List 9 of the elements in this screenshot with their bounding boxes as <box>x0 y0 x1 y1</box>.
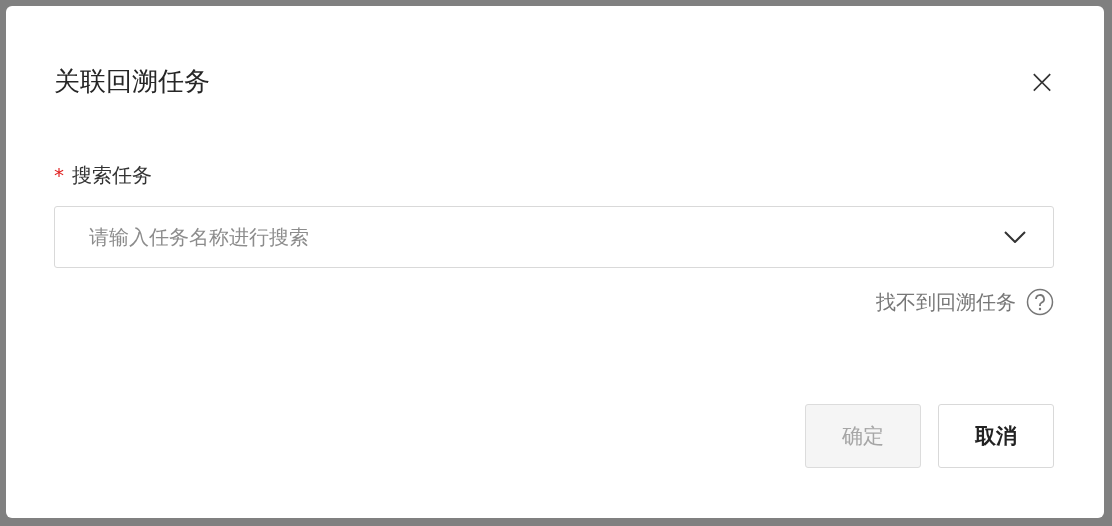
chevron-down-icon <box>1004 231 1026 243</box>
close-button[interactable]: × <box>1030 69 1054 93</box>
search-select[interactable]: 请输入任务名称进行搜索 <box>54 206 1054 268</box>
help-link[interactable]: 找不到回溯任务 <box>876 289 1016 315</box>
required-mark: * <box>54 165 64 185</box>
cancel-button[interactable]: 取消 <box>938 404 1054 468</box>
field-label: 搜索任务 <box>72 162 152 188</box>
dialog-title: 关联回溯任务 <box>54 65 210 98</box>
help-icon[interactable] <box>1026 288 1054 316</box>
